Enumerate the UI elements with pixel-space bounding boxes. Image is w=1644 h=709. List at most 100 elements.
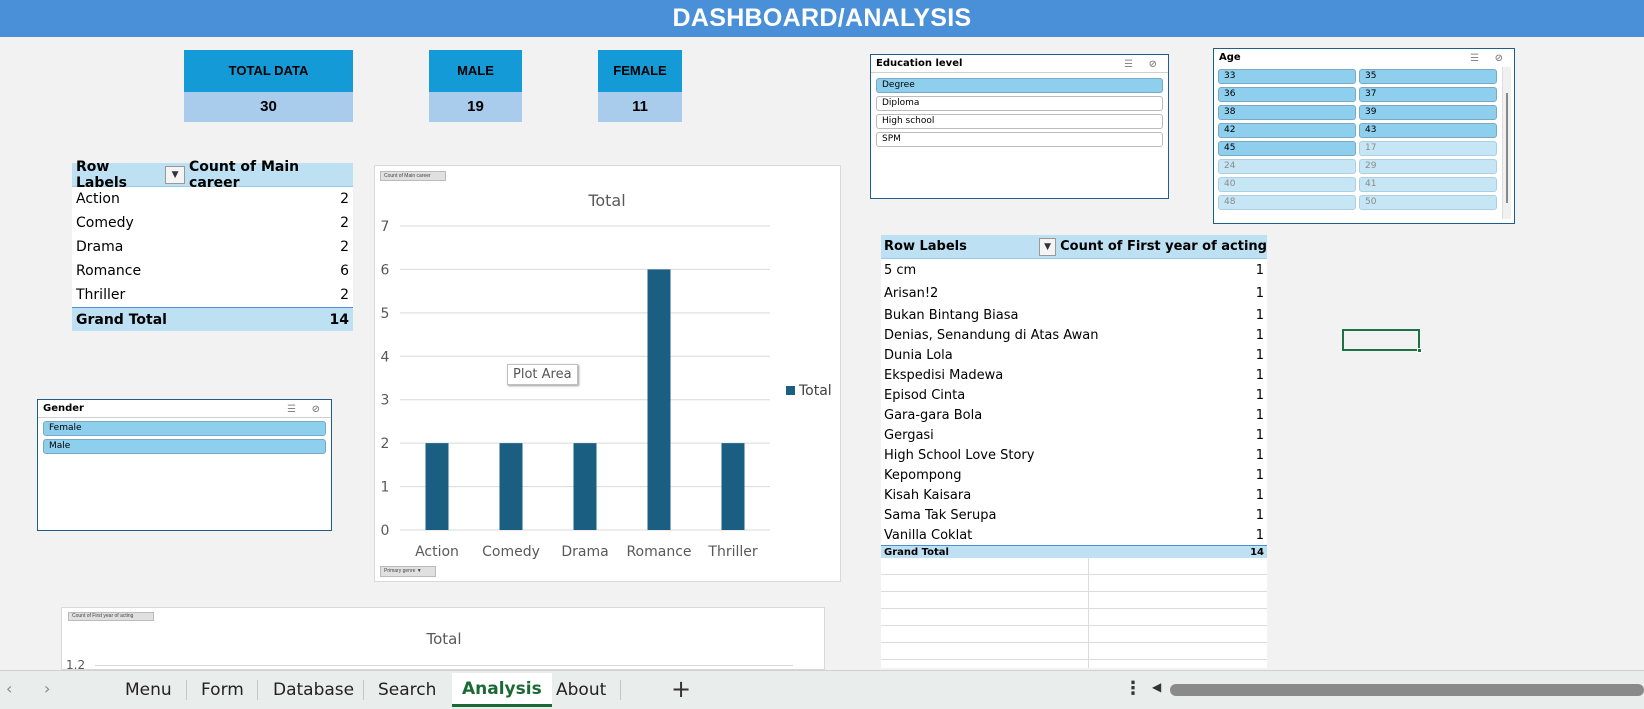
tab-form[interactable]: Form [201,671,244,709]
film-title: Dunia Lola [884,347,953,363]
age-slicer-title: Age ☰ ⊘ [1214,49,1514,67]
slicer-multiselect-icon[interactable]: ☰ ⊘ [1470,50,1509,68]
fill-handle[interactable] [1417,348,1422,353]
tab-menu[interactable]: Menu [125,671,172,709]
pivot-films: Row Labels ▼ Count of First year of acti… [881,235,1267,668]
kpi-male-value: 19 [429,92,522,122]
pivot-films-row: Sama Tak Serupa 1 [881,505,1267,525]
tab-search[interactable]: Search [378,671,436,709]
education-slicer[interactable]: Education level ☰ ⊘ Degree Diploma High sc… [870,54,1169,199]
age-chip[interactable]: 33 [1218,69,1356,84]
main-career-chart[interactable]: Count of Main career Total Action Comedy D… [374,165,841,582]
hscroll-left-icon[interactable]: ◀ [1152,680,1161,694]
film-count: 1 [1255,407,1264,423]
filter-dropdown-icon[interactable]: ▼ [165,165,186,184]
y-tick-label: 6 [381,262,390,278]
film-title: Denias, Senandung di Atas Awan [884,327,1099,343]
row-count: 2 [340,287,349,303]
kpi-female-label: FEMALE [598,50,682,92]
age-chip[interactable]: 24 [1218,159,1356,174]
age-chip[interactable]: 42 [1218,123,1356,138]
film-count: 1 [1255,487,1264,503]
slicer-multiselect-icon[interactable]: ☰ ⊘ [1124,56,1163,74]
tab-analysis[interactable]: Analysis [452,673,552,707]
education-chip[interactable]: Diploma [876,96,1163,111]
age-chip[interactable]: 37 [1359,87,1497,102]
film-title: Vanilla Coklat [884,527,973,543]
row-label: Drama [76,239,124,255]
age-chip[interactable]: 35 [1359,69,1497,84]
dashboard-banner: DASHBOARD/ANALYSIS [0,0,1644,37]
bottom-chart-ytick: 1.2 [66,658,86,670]
film-count: 1 [1255,263,1264,278]
chart-title: Total [587,191,625,210]
more-options-icon[interactable]: ⋮ [1124,678,1142,699]
bar-action[interactable] [425,443,449,530]
education-slicer-title-text: Education level [876,58,963,69]
pivot-career-row: Comedy 2 [72,211,353,235]
films-grand-total-value: 14 [1250,546,1264,558]
film-count: 1 [1255,507,1264,523]
age-chip[interactable]: 39 [1359,105,1497,120]
age-slicer-scrollbar[interactable] [1502,67,1511,219]
scroll-right-icon[interactable]: › [44,679,50,698]
scrollbar-thumb[interactable] [1506,93,1508,203]
bottom-chart-field-button[interactable]: Count of First year of acting [68,612,154,621]
bottom-chart[interactable]: Count of First year of acting Total 1.2 [61,607,825,670]
gender-chip[interactable]: Male [43,439,326,454]
age-chip[interactable]: 43 [1359,123,1497,138]
kpi-male: MALE 19 [429,50,522,122]
age-slicer[interactable]: Age ☰ ⊘ 33 35 36 37 38 39 42 43 45 17 24 29 40 41 48 50 [1213,48,1515,224]
age-chip[interactable]: 36 [1218,87,1356,102]
bar-comedy[interactable] [499,443,523,530]
slicer-multiselect-icon[interactable]: ☰ ⊘ [287,401,326,419]
education-chip[interactable]: SPM [876,132,1163,147]
age-chip[interactable]: 29 [1359,159,1497,174]
education-chip[interactable]: High school [876,114,1163,129]
row-label: Romance [76,263,142,279]
scroll-left-icon[interactable]: ‹ [6,679,12,698]
kpi-male-label: MALE [429,50,522,92]
chart-axis-field-button[interactable]: Primary genre ▼ [380,566,436,577]
pivot-career-row: Thriller 2 [72,283,353,307]
age-chip[interactable]: 50 [1359,195,1497,210]
age-chip[interactable]: 40 [1218,177,1356,192]
sheet-tabs-bar: ‹ › Menu Form Database Search Analysis A… [0,670,1644,709]
add-sheet-icon[interactable]: + [671,675,691,703]
horizontal-scrollbar-thumb[interactable] [1170,684,1644,696]
bar-romance[interactable] [647,269,671,530]
education-chip[interactable]: Degree [876,78,1163,93]
row-count: 2 [340,191,349,207]
pivot-career-header: Row Labels ▼ Count of Main career [72,159,353,191]
film-title: Kisah Kaisara [884,487,972,503]
film-count: 1 [1255,367,1264,383]
active-cell[interactable] [1342,329,1422,353]
film-title: Ekspedisi Madewa [884,367,1004,383]
film-title: 5 cm [884,263,917,278]
film-count: 1 [1255,387,1264,403]
age-chip[interactable]: 17 [1359,141,1497,156]
bar-thriller[interactable] [721,443,745,530]
pivot-career-col2: Count of Main career [189,158,300,191]
y-tick-label: 4 [381,349,390,365]
pivot-career-grand-total: Grand Total 14 [72,307,353,331]
kpi-total-data: TOTAL DATA 30 [184,50,353,122]
film-count: 1 [1255,527,1264,543]
tab-database[interactable]: Database [273,671,354,709]
gender-chip[interactable]: Female [43,421,326,436]
age-chip[interactable]: 48 [1218,195,1356,210]
axis-field-label: Primary genre [384,568,416,574]
age-chip[interactable]: 45 [1218,141,1356,156]
education-slicer-title: Education level ☰ ⊘ [871,55,1168,73]
filter-dropdown-icon[interactable]: ▼ [1039,237,1057,256]
dropdown-icon: ▼ [416,568,422,574]
age-chip[interactable]: 41 [1359,177,1497,192]
gender-slicer-title: Gender ☰ ⊘ [38,400,331,418]
kpi-female: FEMALE 11 [598,50,682,122]
gender-slicer[interactable]: Gender ☰ ⊘ Female Male [37,399,332,531]
bar-drama[interactable] [573,443,597,530]
x-tick-label: Drama [561,544,608,560]
tab-about[interactable]: About [556,671,606,709]
film-title: High School Love Story [884,447,1035,463]
age-chip[interactable]: 38 [1218,105,1356,120]
